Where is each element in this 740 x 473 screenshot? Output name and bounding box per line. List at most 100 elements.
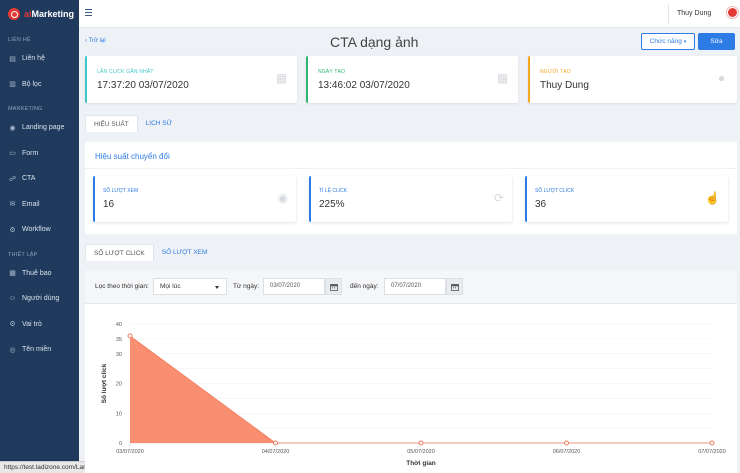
tab-chart-1[interactable]: SỐ LƯỢT CLICK xyxy=(85,244,154,261)
stat-card: SỐ LƯỢT XEM 16 ◉ xyxy=(93,176,296,222)
y-tick-label: 0 xyxy=(119,441,122,447)
sidebar-item-label: Email xyxy=(22,200,40,208)
x-tick-label: 03/07/2020 xyxy=(116,449,144,455)
info-card: NGÀY TẠO 13:46:02 03/07/2020 ▦ xyxy=(306,56,518,103)
email-icon: ✉ xyxy=(9,201,16,209)
calendar-icon: ▦ xyxy=(496,71,509,85)
y-tick-label: 20 xyxy=(116,382,122,388)
y-axis-label: Số lượt click xyxy=(100,363,108,403)
divider xyxy=(668,4,669,24)
x-axis-label: Thời gian xyxy=(406,460,436,467)
calendar-icon xyxy=(450,283,459,291)
sidebar-item-liên-hệ[interactable]: ▤ Liên hệ xyxy=(0,46,79,72)
from-calendar-button[interactable] xyxy=(325,278,342,295)
sidebar-item-label: Form xyxy=(22,149,39,157)
functions-dropdown-button[interactable]: Chức năng ▾ xyxy=(641,33,695,50)
performance-title: Hiệu suất chuyển đổi xyxy=(95,152,170,161)
sidebar-item-vai-trò[interactable]: ⚙ Vai trò xyxy=(0,312,79,338)
sidebar-item-bộ-lọc[interactable]: ▥ Bộ lọc xyxy=(0,72,79,98)
brand-logo[interactable]: aiMarketing xyxy=(0,0,79,28)
sidebar-section-title: THIẾT LẬP xyxy=(8,251,38,258)
clicks-area-chart: 0 10 20 30 35 40 03/07/2020 04/07/2020 05/07/202… xyxy=(100,322,726,467)
info-card-value: 13:46:02 03/07/2020 xyxy=(318,80,410,91)
sidebar-item-form[interactable]: ▭ Form xyxy=(0,141,79,167)
cta-icon: ☍ xyxy=(8,175,17,183)
main-tabs: HIỆU SUẤT LỊCH SỬ xyxy=(85,115,180,132)
ai-marketing-logo-icon xyxy=(8,8,20,20)
workflow-icon: ⚙ xyxy=(9,226,16,234)
period-select[interactable]: Mọi lúc xyxy=(153,278,227,295)
filter-icon: ▥ xyxy=(9,81,16,89)
sidebar-section-title: LIÊN HỆ xyxy=(8,37,31,43)
hamburger-menu-icon[interactable] xyxy=(85,9,92,16)
tab-chart-2[interactable]: SỐ LƯỢT XEM xyxy=(154,244,216,261)
x-tick-label: 04/07/2020 xyxy=(262,449,290,455)
chart-tabs: SỐ LƯỢT CLICK SỐ LƯỢT XEM xyxy=(85,244,215,261)
subscription-icon: ▦ xyxy=(9,270,16,278)
tab-main-2[interactable]: LỊCH SỬ xyxy=(138,115,181,132)
calendar-icon: ▦ xyxy=(275,71,288,85)
sidebar: aiMarketing LIÊN HỆ ▤ Liên hệ ▥ Bộ lọc MARKET… xyxy=(0,0,170,473)
sidebar-item-workflow[interactable]: ⚙ Workflow xyxy=(0,217,79,243)
roles-icon: ⚙ xyxy=(9,321,16,329)
tab-main-1[interactable]: HIỆU SUẤT xyxy=(85,115,138,132)
sidebar-item-label: Bộ lọc xyxy=(22,80,42,88)
sidebar-item-label: Tên miền xyxy=(22,346,52,354)
divider xyxy=(85,168,737,169)
sidebar-item-label: Workflow xyxy=(22,226,51,234)
stat-label: TỈ LỆ CLICK xyxy=(319,188,348,194)
contact-book-icon: ▤ xyxy=(9,55,16,63)
x-tick-label: 06/07/2020 xyxy=(553,449,581,455)
stat-value: 225% xyxy=(319,199,345,210)
chart-panel: Lọc theo thời gian: Mọi lúc Từ ngày: 03/… xyxy=(85,270,737,473)
to-date-input[interactable]: 07/07/2020 xyxy=(384,278,446,295)
info-card: NGƯỜI TẠO Thuy Dung ● xyxy=(528,56,737,103)
sidebar-item-email[interactable]: ✉ Email xyxy=(0,192,79,218)
brand-name: aiMarketing xyxy=(24,9,75,19)
y-tick-label: 30 xyxy=(116,352,122,358)
info-card-value: 17:37:20 03/07/2020 xyxy=(97,80,189,91)
sidebar-item-người-dùng[interactable]: ☺ Người dùng xyxy=(0,286,79,312)
sidebar-menu: LIÊN HỆ ▤ Liên hệ ▥ Bộ lọc MARKETING ◉ Landing … xyxy=(0,28,79,363)
performance-panel: Hiệu suất chuyển đổi SỐ LƯỢT XEM 16 ◉ TỈ LỆ… xyxy=(85,142,737,234)
stat-label: SỐ LƯỢT CLICK xyxy=(535,188,575,194)
back-link[interactable]: ‹ Trở lại xyxy=(85,38,106,44)
sidebar-section-title: MARKETING xyxy=(8,106,43,112)
sidebar-item-label: CTA xyxy=(22,175,36,183)
y-tick-label: 10 xyxy=(116,411,122,417)
username[interactable]: Thuy Dung xyxy=(677,10,711,17)
info-card-value: Thuy Dung xyxy=(540,80,589,91)
sidebar-item-label: Thuê bao xyxy=(22,269,52,277)
stat-label: SỐ LƯỢT XEM xyxy=(103,188,139,194)
info-card-label: LẦN CLICK GẦN NHẤT xyxy=(97,69,154,75)
user-icon: ● xyxy=(717,71,726,85)
from-date-input[interactable]: 03/07/2020 xyxy=(263,278,325,295)
refresh-icon: ⟳ xyxy=(493,191,504,205)
sidebar-item-thuê-bao[interactable]: ▦ Thuê bao xyxy=(0,261,79,287)
page-title: CTA dạng ảnh xyxy=(330,34,419,50)
sidebar-item-label: Người dùng xyxy=(22,295,60,303)
sidebar-item-label: Liên hệ xyxy=(22,55,45,63)
avatar[interactable] xyxy=(727,7,738,18)
to-date-label: đến ngày: xyxy=(350,283,379,290)
to-calendar-button[interactable] xyxy=(446,278,463,295)
sidebar-item-cta[interactable]: ☍ CTA xyxy=(0,166,79,192)
form-icon: ▭ xyxy=(9,150,16,158)
edit-button[interactable]: Sửa xyxy=(698,33,735,50)
sidebar-item-label: Landing page xyxy=(22,124,65,132)
data-point[interactable] xyxy=(127,333,133,339)
pointer-hand-icon: ☝ xyxy=(705,191,720,205)
x-tick-label: 07/07/2020 xyxy=(698,449,726,455)
sidebar-item-tên-miền[interactable]: ◎ Tên miền xyxy=(0,337,79,363)
area-series xyxy=(130,335,712,443)
functions-button-label: Chức năng xyxy=(649,38,682,45)
y-tick-label: 40 xyxy=(116,322,122,328)
from-date-label: Từ ngày: xyxy=(233,283,260,290)
domain-icon: ◎ xyxy=(9,346,16,354)
calendar-icon xyxy=(329,283,338,291)
landing-page-icon: ◉ xyxy=(9,124,16,132)
sidebar-item-landing-page[interactable]: ◉ Landing page xyxy=(0,115,79,141)
info-card-label: NGÀY TẠO xyxy=(318,69,346,75)
filter-bar: Lọc theo thời gian: Mọi lúc Từ ngày: 03/… xyxy=(85,270,737,304)
caret-down-icon: ▾ xyxy=(683,38,687,45)
